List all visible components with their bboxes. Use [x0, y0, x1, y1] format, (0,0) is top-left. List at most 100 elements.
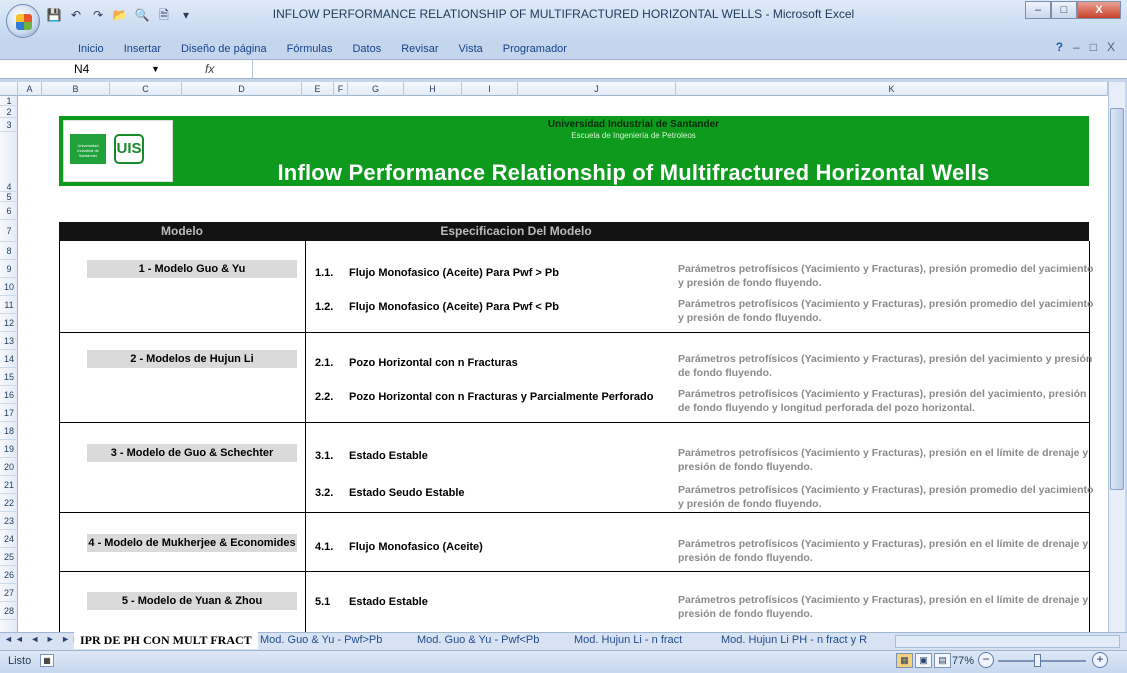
minimize-button[interactable]: – — [1025, 1, 1051, 19]
item-name: Estado Seudo Estable — [349, 487, 465, 499]
table-border — [59, 241, 60, 632]
row-header[interactable]: 3 — [0, 118, 18, 132]
row-header[interactable]: 12 — [0, 314, 18, 332]
tab-diseno-de-pagina[interactable]: Diseño de página — [171, 41, 277, 57]
item-number: 3.2. — [315, 487, 334, 499]
row-header[interactable]: 13 — [0, 332, 18, 350]
item-description: Parámetros petrofísicos (Yacimiento y Fr… — [678, 484, 1094, 510]
zoom-level[interactable]: 77% — [952, 655, 974, 667]
row-header[interactable]: 14 — [0, 350, 18, 368]
workbook-restore-button[interactable]: □ — [1090, 40, 1097, 54]
maximize-button[interactable]: □ — [1051, 1, 1077, 19]
row-header[interactable]: 1 — [0, 96, 18, 106]
tab-revisar[interactable]: Revisar — [391, 41, 448, 57]
row-header[interactable]: 18 — [0, 422, 18, 440]
formula-input[interactable] — [252, 60, 1097, 78]
column-header[interactable]: F — [334, 82, 348, 96]
worksheet-grid[interactable]: Universidad Industrial de Santander UIS … — [18, 96, 1108, 632]
row-header[interactable]: 4 — [0, 132, 18, 192]
tab-datos[interactable]: Datos — [342, 41, 391, 57]
column-header[interactable]: D — [182, 82, 302, 96]
sheet-tab-ipr[interactable]: IPR DE PH CON MULT FRACT — [74, 632, 258, 649]
column-header[interactable]: E — [302, 82, 334, 96]
column-header[interactable]: B — [42, 82, 110, 96]
row-header[interactable]: 11 — [0, 296, 18, 314]
column-header[interactable]: C — [110, 82, 182, 96]
table-border — [305, 241, 306, 632]
uis-emblem-icon: UIS — [114, 134, 144, 164]
column-header[interactable]: H — [404, 82, 462, 96]
zoom-slider-thumb[interactable] — [1034, 654, 1041, 667]
macro-record-icon[interactable]: ▦ — [40, 654, 54, 667]
column-header[interactable]: G — [348, 82, 404, 96]
column-title-spec: Especificacion Del Modelo — [440, 224, 592, 238]
row-headers: 1 2 3 4 5 6 7 8 9 10 11 12 13 14 15 16 1… — [0, 96, 18, 632]
insert-function-button[interactable]: fx — [205, 60, 214, 78]
horizontal-scrollbar[interactable] — [895, 635, 1120, 648]
zoom-in-button[interactable]: + — [1092, 652, 1108, 668]
row-header[interactable]: 7 — [0, 220, 18, 242]
item-description: Parámetros petrofísicos (Yacimiento y Fr… — [678, 263, 1094, 289]
row-header[interactable]: 10 — [0, 278, 18, 296]
tab-insertar[interactable]: Insertar — [114, 41, 171, 57]
model-label: 5 - Modelo de Yuan & Zhou — [87, 592, 297, 610]
sheet-tab-hujun-li-ph[interactable]: Mod. Hujun Li PH - n fract y R — [715, 632, 873, 649]
page-title: Inflow Performance Relationship of Multi… — [277, 160, 990, 185]
row-header[interactable]: 27 — [0, 584, 18, 602]
workbook-close-button[interactable]: X — [1107, 40, 1115, 54]
zoom-slider[interactable] — [998, 660, 1086, 662]
column-header[interactable]: I — [462, 82, 518, 96]
row-separator — [59, 422, 1090, 423]
column-header[interactable]: A — [18, 82, 42, 96]
column-title-model: Modelo — [161, 224, 203, 238]
item-description: Parámetros petrofísicos (Yacimiento y Fr… — [678, 298, 1094, 324]
column-headers: A B C D E F G H I J K — [0, 82, 1108, 96]
row-header[interactable]: 17 — [0, 404, 18, 422]
row-header[interactable]: 22 — [0, 494, 18, 512]
row-header[interactable]: 9 — [0, 260, 18, 278]
row-header[interactable]: 24 — [0, 530, 18, 548]
window-title: INFLOW PERFORMANCE RELATIONSHIP OF MULTI… — [272, 7, 855, 21]
row-header[interactable]: 21 — [0, 476, 18, 494]
page-layout-view-icon[interactable]: ▣ — [915, 653, 932, 668]
workbook-controls: ? – □ X — [1056, 40, 1115, 54]
item-name: Estado Estable — [349, 450, 428, 462]
tab-programador[interactable]: Programador — [493, 41, 577, 57]
row-header[interactable]: 19 — [0, 440, 18, 458]
normal-view-icon[interactable]: ▦ — [896, 653, 913, 668]
tab-formulas[interactable]: Fórmulas — [277, 41, 343, 57]
vertical-scroll-thumb[interactable] — [1110, 108, 1124, 490]
help-icon[interactable]: ? — [1056, 40, 1063, 54]
column-header[interactable]: J — [518, 82, 676, 96]
row-header[interactable]: 2 — [0, 106, 18, 118]
row-header[interactable]: 15 — [0, 368, 18, 386]
row-header[interactable]: 26 — [0, 566, 18, 584]
workbook-minimize-button[interactable]: – — [1073, 40, 1080, 54]
column-header[interactable]: K — [676, 82, 1108, 96]
page-break-view-icon[interactable]: ▤ — [934, 653, 951, 668]
name-box-dropdown-icon[interactable]: ▼ — [151, 60, 160, 78]
sheet-tab-guo-yu-pwf-gt-pb[interactable]: Mod. Guo & Yu - Pwf>Pb — [254, 632, 388, 649]
row-header[interactable]: 28 — [0, 602, 18, 620]
row-header[interactable]: 25 — [0, 548, 18, 566]
item-description: Parámetros petrofísicos (Yacimiento y Fr… — [678, 353, 1093, 379]
item-number: 2.2. — [315, 391, 334, 403]
item-number: 1.2. — [315, 301, 334, 313]
tab-inicio[interactable]: Inicio — [68, 41, 114, 57]
row-header[interactable]: 16 — [0, 386, 18, 404]
school-name: Escuela de Ingeniería de Petroleos — [571, 131, 696, 140]
sheet-tab-hujun-li-n-fract[interactable]: Mod. Hujun Li - n fract — [568, 632, 688, 649]
row-header[interactable]: 5 — [0, 192, 18, 202]
row-header[interactable]: 6 — [0, 202, 18, 220]
tab-vista[interactable]: Vista — [449, 41, 493, 57]
sheet-nav-arrows[interactable]: ◄◄ ◄ ► ►► — [4, 634, 83, 644]
close-button[interactable]: X — [1077, 1, 1121, 19]
model-label: 1 - Modelo Guo & Yu — [87, 260, 297, 278]
row-header[interactable]: 8 — [0, 242, 18, 260]
row-header[interactable]: 23 — [0, 512, 18, 530]
item-name: Flujo Monofasico (Aceite) Para Pwf > Pb — [349, 267, 559, 279]
select-all-corner[interactable] — [0, 82, 18, 96]
sheet-tab-guo-yu-pwf-lt-pb[interactable]: Mod. Guo & Yu - Pwf<Pb — [411, 632, 545, 649]
row-header[interactable]: 20 — [0, 458, 18, 476]
zoom-out-button[interactable]: − — [978, 652, 994, 668]
